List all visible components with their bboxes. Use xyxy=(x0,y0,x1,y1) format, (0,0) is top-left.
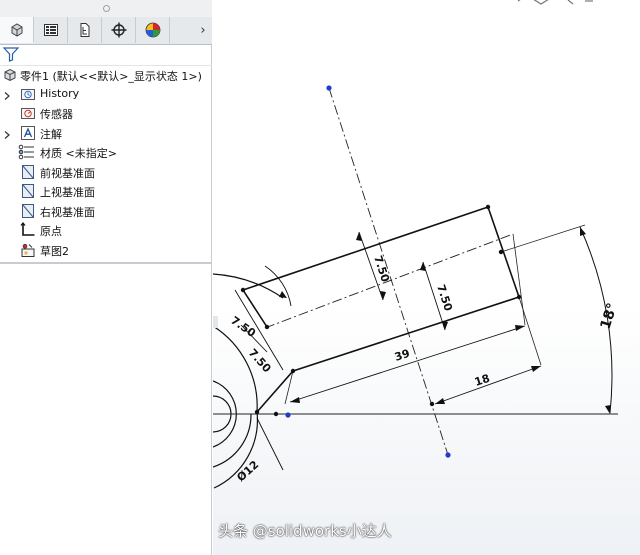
viewport-edge-marker xyxy=(213,316,218,328)
material-icon xyxy=(18,144,34,160)
configuration-icon xyxy=(80,23,89,37)
tree-item-sketch2[interactable]: 草图2 xyxy=(0,241,212,260)
tree-item-label: 右视基准面 xyxy=(40,206,95,219)
tree-item-label: 草图2 xyxy=(40,245,69,258)
offset-arc[interactable] xyxy=(213,413,252,468)
plane-icon xyxy=(20,203,36,219)
dim-diameter[interactable]: Ø12 xyxy=(234,458,261,484)
dim-angle[interactable]: 18° xyxy=(598,301,621,331)
heads-up-toolbar-fragment[interactable] xyxy=(517,0,593,5)
expand-arrow-icon[interactable] xyxy=(4,90,10,103)
filter-funnel-icon[interactable] xyxy=(2,47,20,66)
annotation-icon xyxy=(20,125,36,141)
graphics-viewport[interactable]: 7.50 7.50 7.50 7.50 39 18 18° Ø12 xyxy=(213,0,640,555)
sketch-canvas[interactable]: 7.50 7.50 7.50 7.50 39 18 18° Ø12 xyxy=(213,0,640,555)
part-icon xyxy=(2,67,18,83)
feature-manager-panel: › 零件1 (默认<<默认>_显示状态 1>) History 传感器 注解 材… xyxy=(0,0,212,555)
tree-item-right-plane[interactable]: 右视基准面 xyxy=(0,202,212,221)
sensor-icon xyxy=(20,105,36,121)
tab-configurationmanager[interactable] xyxy=(68,17,102,43)
grip-handle-icon[interactable] xyxy=(102,5,110,12)
arc-dimension-leader[interactable] xyxy=(264,265,292,307)
expand-arrow-icon[interactable] xyxy=(4,129,10,142)
tree-item-origin[interactable]: 原点 xyxy=(0,221,212,240)
tab-dimxpert[interactable] xyxy=(102,17,136,43)
slot-bottom-edge[interactable] xyxy=(256,370,294,413)
tab-propertymanager[interactable] xyxy=(34,17,68,43)
panel-grip[interactable] xyxy=(0,0,212,18)
tree-item-label: History xyxy=(40,87,80,100)
watermark-text: 头条 @solidworks小达人 xyxy=(218,522,392,540)
tab-display-manager[interactable] xyxy=(136,17,170,43)
outer-circle-arc[interactable] xyxy=(213,273,284,299)
tree-item-history[interactable]: History xyxy=(0,85,212,104)
tree-item-label: 上视基准面 xyxy=(40,186,95,199)
slot-end-line[interactable] xyxy=(487,206,520,298)
tree-item-label: 原点 xyxy=(40,225,62,238)
tree-item-top-plane[interactable]: 上视基准面 xyxy=(0,182,212,201)
diameter-leader[interactable] xyxy=(256,417,284,471)
tree-item-label: 注解 xyxy=(40,128,62,141)
extension-line xyxy=(512,233,526,326)
featuremanager-icon xyxy=(11,22,22,37)
tree-filter-bar[interactable] xyxy=(0,45,212,66)
dim-line-total-length[interactable] xyxy=(289,325,526,403)
dim-upper-offset[interactable]: 7.50 xyxy=(371,254,392,284)
dim-left-offset-a[interactable]: 7.50 xyxy=(228,314,258,340)
more-tabs-chevron-icon[interactable]: › xyxy=(194,17,212,44)
tree-root-part[interactable]: 零件1 (默认<<默认>_显示状态 1>) xyxy=(0,66,212,85)
tree-item-label: 材质 <未指定> xyxy=(40,147,117,160)
tree-item-front-plane[interactable]: 前视基准面 xyxy=(0,163,212,182)
tree-item-label: 前视基准面 xyxy=(40,167,95,180)
tree-item-label: 传感器 xyxy=(40,108,73,121)
slot-upper-line[interactable] xyxy=(242,206,489,291)
slot-centerline[interactable] xyxy=(264,233,514,329)
propertymanager-icon xyxy=(43,24,58,36)
plane-icon xyxy=(20,164,36,180)
tree-item-sensors[interactable]: 传感器 xyxy=(0,104,212,123)
plane-icon xyxy=(20,183,36,199)
tree-item-annotations[interactable]: 注解 xyxy=(0,124,212,143)
manager-tab-bar: › xyxy=(0,17,212,45)
crosshair-icon xyxy=(111,22,126,38)
sketch-icon xyxy=(20,242,36,258)
history-folder-icon xyxy=(20,86,36,102)
tree-item-material[interactable]: 材质 <未指定> xyxy=(0,143,212,162)
tree-root-label: 零件1 (默认<<默认>_显示状态 1>) xyxy=(20,70,202,83)
appearance-pie-icon xyxy=(145,22,160,38)
dim-lower-offset[interactable]: 7.50 xyxy=(434,283,455,313)
dim-partial-length[interactable]: 18 xyxy=(473,372,492,389)
dim-total-length[interactable]: 39 xyxy=(393,347,412,364)
origin-icon xyxy=(20,222,36,238)
panel-splitter[interactable] xyxy=(0,262,212,264)
tab-featuremanager[interactable] xyxy=(0,17,34,43)
